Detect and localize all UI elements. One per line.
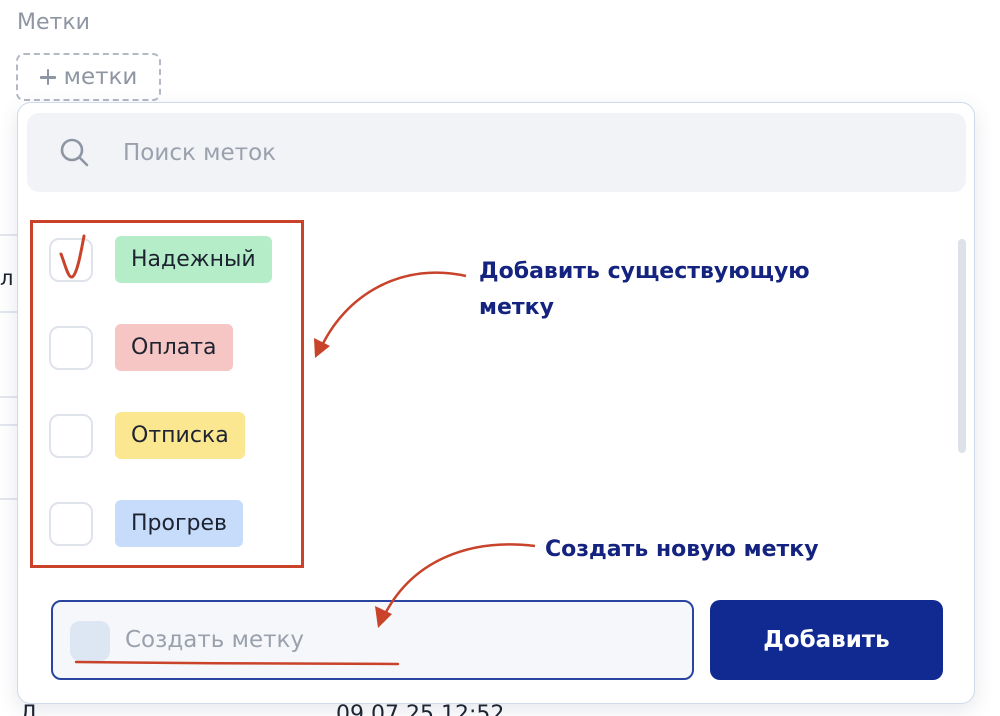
annotation-existing-line2: метку [479,295,554,320]
search-box [27,113,966,192]
tag-chip: Прогрев [115,500,243,547]
search-icon [60,138,89,167]
add-tags-button-label: метки [63,64,138,90]
tag-chip: Оплата [115,324,233,371]
tag-checkbox[interactable] [49,326,93,370]
tag-row[interactable]: Надежный [30,230,304,290]
tag-checkbox[interactable] [49,234,93,282]
tags-dropdown: Надежный Оплата Отписка Прогрев Добавить [17,102,975,704]
tag-row[interactable]: Отписка [30,406,304,466]
add-button[interactable]: Добавить [710,600,943,680]
tag-checkbox[interactable] [49,414,93,458]
tag-checkbox[interactable] [49,502,93,546]
scrollbar[interactable] [958,239,966,453]
tag-row[interactable]: Оплата [30,318,304,378]
add-tags-button[interactable]: метки [16,53,161,101]
background-text-bottom-left: Д [20,702,38,716]
annotation-create-new: Создать новую метку [545,537,819,562]
create-tag-input[interactable] [125,602,675,678]
check-mark-icon [59,234,86,279]
plus-icon [39,69,56,85]
search-input[interactable] [123,113,943,192]
section-label: Метки [17,10,90,35]
background-timestamp: 09.07.25 12:52 [336,702,505,716]
annotation-existing-tag: Добавить существующую метку [479,254,810,326]
annotation-existing-line1: Добавить существующую [479,259,810,284]
tag-list: Надежный Оплата Отписка Прогрев [30,220,304,568]
tag-row[interactable]: Прогрев [30,494,304,554]
background-text-fragment: л [0,266,14,290]
tag-chip: Надежный [115,236,272,283]
tag-chip: Отписка [115,412,245,459]
create-tag-field [51,600,694,680]
tag-color-swatch[interactable] [70,621,110,661]
